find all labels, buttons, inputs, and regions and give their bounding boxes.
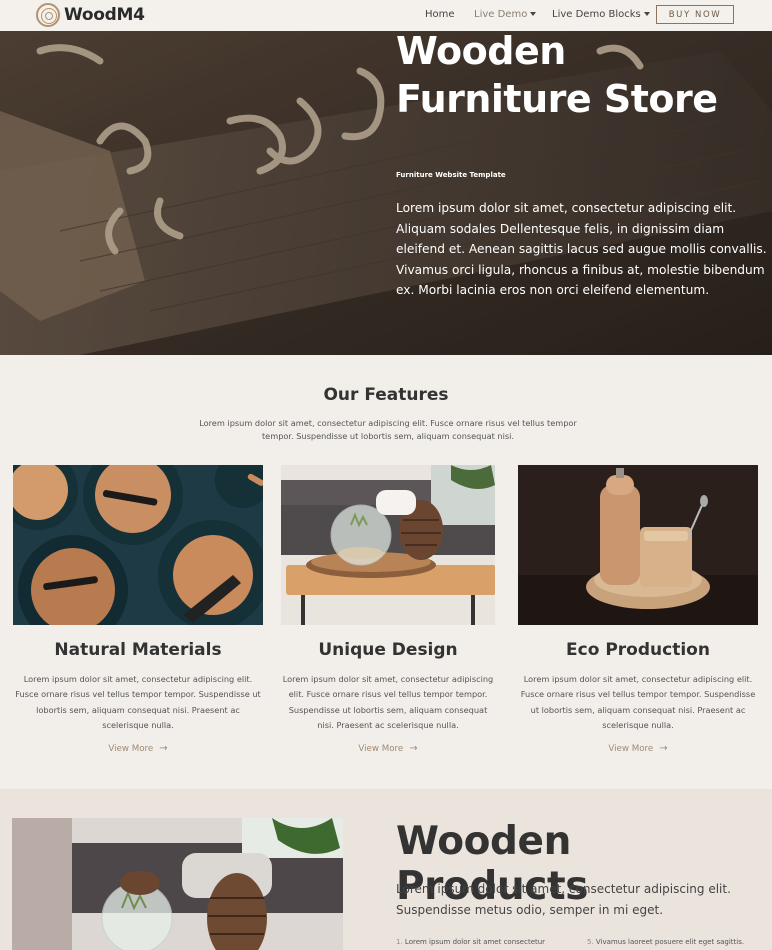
arrow-right-icon: → [159, 743, 168, 754]
products-section: Wooden Products Lorem ipsum dolor sit am… [0, 789, 772, 950]
feature-card-text: Lorem ipsum dolor sit amet, consectetur … [15, 674, 261, 730]
list-text: Lorem ipsum dolor sit amet consectetur [404, 938, 546, 946]
brand-logo[interactable]: WoodM4 [36, 3, 145, 27]
features-title: Our Features [323, 385, 449, 405]
list-number: 5. [587, 938, 594, 946]
feature-card: Eco Production Lorem ipsum dolor sit ame… [518, 465, 758, 754]
top-navbar: WoodM4 Home Live Demo Live Demo Blocks B… [0, 0, 772, 31]
arrow-right-icon: → [659, 743, 668, 754]
hero-title: Wooden Furniture Store [396, 31, 718, 123]
view-more-label: View More [358, 744, 404, 754]
feature-card-title: Unique Design [318, 640, 458, 660]
feature-image-pinecone-table[interactable] [281, 465, 495, 625]
brand-name: WoodM4 [64, 5, 145, 25]
hero-title-line-1: Wooden [396, 31, 566, 73]
nav-item-home[interactable]: Home [425, 9, 455, 20]
feature-card: Unique Design Lorem ipsum dolor sit amet… [281, 465, 495, 754]
features-intro: Lorem ipsum dolor sit amet, consectetur … [199, 418, 577, 441]
feature-image-wood-bowls[interactable] [13, 465, 263, 625]
view-more-link[interactable]: View More → [13, 743, 263, 754]
chevron-down-icon [530, 12, 537, 16]
view-more-link[interactable]: View More → [281, 743, 495, 754]
arrow-right-icon: → [409, 743, 418, 754]
chevron-down-icon [643, 12, 650, 16]
products-list-item: 5. Vivamus laoreet posuere elit eget sag… [587, 938, 744, 946]
nav-item-live-demo-label: Live Demo [474, 9, 528, 20]
hero-title-line-2: Furniture Store [396, 77, 718, 121]
view-more-link[interactable]: View More → [518, 743, 758, 754]
feature-card-text: Lorem ipsum dolor sit amet, consectetur … [282, 674, 494, 730]
list-number: 1. [396, 938, 403, 946]
products-list-item: 1. Lorem ipsum dolor sit amet consectetu… [396, 938, 545, 946]
hero-subtitle: Furniture Website Template [396, 171, 506, 179]
nav-item-live-demo-blocks-label: Live Demo Blocks [552, 9, 641, 20]
logo-rings-icon [36, 3, 60, 27]
view-more-label: View More [108, 744, 154, 754]
nav-item-live-demo-blocks[interactable]: Live Demo Blocks [552, 9, 650, 20]
feature-card-text: Lorem ipsum dolor sit amet, consectetur … [520, 674, 756, 730]
list-text: Vivamus laoreet posuere elit eget sagitt… [595, 938, 745, 946]
feature-card-title: Natural Materials [54, 640, 222, 660]
hero-body-text: Lorem ipsum dolor sit amet, consectetur … [396, 201, 767, 297]
products-body-text: Lorem ipsum dolor sit amet, consectetur … [396, 882, 731, 917]
buy-now-button[interactable]: BUY NOW [656, 5, 734, 24]
products-image[interactable] [12, 818, 343, 950]
hero-section: Wooden Furniture Store Furniture Website… [0, 31, 772, 355]
feature-image-pepper-mill[interactable] [518, 465, 758, 625]
nav-item-live-demo[interactable]: Live Demo [474, 9, 537, 20]
view-more-label: View More [608, 744, 654, 754]
feature-card-title: Eco Production [566, 640, 710, 660]
feature-card: Natural Materials Lorem ipsum dolor sit … [13, 465, 263, 754]
